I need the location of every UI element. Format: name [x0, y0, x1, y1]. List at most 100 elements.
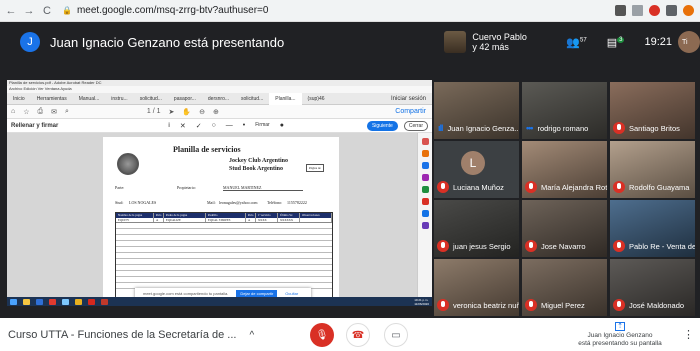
participant-tile[interactable]: Pablo Re - Venta de...	[610, 200, 695, 257]
present-screen-icon: ⇡	[615, 322, 625, 331]
tab-doc[interactable]: (sup)46	[302, 96, 331, 102]
acrobat-icon[interactable]	[88, 298, 95, 305]
mail-field[interactable]: leonugales@yahoo.com	[219, 200, 257, 205]
table-cell[interactable]: EQUAL STRIPES	[206, 218, 246, 222]
table-cell[interactable]: EQUITY	[116, 218, 154, 222]
star-icon[interactable]	[632, 5, 643, 16]
print-icon[interactable]: ⎙	[38, 108, 44, 116]
share-link[interactable]: Compartir	[395, 108, 426, 115]
puzzle-icon[interactable]	[666, 5, 677, 16]
propietario-field[interactable]: MANUEL MARTINEZ	[223, 185, 303, 191]
app-icon[interactable]	[36, 298, 43, 305]
presenter-avatar: J	[20, 32, 40, 52]
table-cell[interactable]: A	[246, 218, 256, 222]
cross-tool-icon[interactable]: ✕	[180, 122, 186, 130]
participant-summary: Cuervo Pablo y 42 más	[472, 32, 532, 52]
tab-inicio[interactable]: Inicio	[7, 96, 31, 102]
hide-banner-button[interactable]: Ocultar	[285, 291, 298, 296]
table-cell[interactable]: XXXXXX	[278, 218, 300, 222]
check-tool-icon[interactable]: ✓	[196, 122, 202, 130]
color-dot-icon[interactable]: ●	[280, 122, 284, 130]
meeting-details[interactable]: Curso UTTA - Funciones de la Secretaría …	[8, 329, 254, 341]
close-button[interactable]: Cerrar	[403, 120, 428, 131]
next-button[interactable]: Siguiente	[366, 120, 398, 131]
participant-tile[interactable]: José Maldonado	[610, 259, 695, 316]
explorer-icon[interactable]	[23, 298, 30, 305]
mail-icon[interactable]: ✉	[51, 108, 57, 116]
chat-icon: ▤	[606, 36, 618, 49]
participant-tile[interactable]: juan jesus Sergio	[434, 200, 519, 257]
self-avatar[interactable]: Ti	[678, 31, 700, 53]
tab-doc[interactable]: solicitud...	[235, 96, 269, 102]
tab-doc[interactable]: pasapor...	[168, 96, 202, 102]
cursor-icon[interactable]: ➤	[169, 108, 175, 116]
signin-link[interactable]: Iniciar sesión	[385, 96, 432, 102]
stud-field[interactable]: LOS NOGALES	[129, 200, 156, 205]
table-cell[interactable]: XXXX	[256, 218, 278, 222]
table-cell[interactable]: A	[154, 218, 164, 222]
table-cell[interactable]	[300, 218, 332, 222]
participant-tile[interactable]: Jose Navarro	[522, 200, 607, 257]
extension-icon[interactable]	[615, 5, 626, 16]
tool-icon[interactable]	[421, 222, 429, 229]
participant-tile[interactable]: L Luciana Muñoz	[434, 141, 519, 198]
fill-tools: Ꭵ ✕ ✓ ○ — • Firmar ●	[168, 122, 284, 130]
tool-icon[interactable]	[421, 186, 429, 193]
tab-doc[interactable]: solicitud...	[134, 96, 168, 102]
tool-icon[interactable]	[421, 150, 429, 157]
chrome-icon[interactable]	[75, 298, 82, 305]
chat-button[interactable]: ▤ 3	[607, 36, 625, 49]
start-icon[interactable]	[10, 298, 17, 305]
tab-herramientas[interactable]: Herramientas	[31, 96, 73, 102]
star-icon[interactable]: ☆	[23, 108, 29, 116]
more-options-button[interactable]: ⋮	[683, 328, 694, 341]
participant-tile[interactable]: veronica beatriz nuñ...	[434, 259, 519, 316]
sign-button[interactable]: Firmar	[255, 122, 269, 130]
tab-doc[interactable]: instru...	[105, 96, 133, 102]
hand-icon[interactable]: ✋	[182, 108, 191, 116]
zoom-in-icon[interactable]: ⊕	[213, 108, 219, 116]
participant-thumbnail[interactable]	[444, 31, 467, 53]
circle-tool-icon[interactable]: ○	[212, 122, 216, 130]
zoom-out-icon[interactable]: ⊖	[199, 108, 205, 116]
participant-tile[interactable]: Santiago Britos	[610, 82, 695, 139]
table-cell[interactable]: EQUALIZE	[164, 218, 206, 222]
app-icon[interactable]	[49, 298, 56, 305]
tool-icon[interactable]	[421, 174, 429, 181]
participant-tile[interactable]: ıll Juan Ignacio Genza...	[434, 82, 519, 139]
tool-icon[interactable]	[421, 138, 429, 145]
tab-doc[interactable]: dersnro...	[202, 96, 235, 102]
participant-label: juan jesus Sergio	[434, 239, 511, 253]
telefono-field[interactable]: 1155782222	[287, 200, 307, 205]
tool-icon[interactable]	[421, 210, 429, 217]
people-button[interactable]: 👥57	[566, 36, 586, 49]
address-bar[interactable]: 🔒 meet.google.com/msq-zrrg-btv?authuser=…	[62, 3, 562, 19]
stop-sharing-button[interactable]: Dejar de compartir	[236, 290, 278, 297]
app-icon[interactable]	[62, 298, 69, 305]
back-button[interactable]: ←	[4, 5, 18, 17]
tool-icon[interactable]	[421, 198, 429, 205]
participant-tile[interactable]: María Alejandra Rot...	[522, 141, 607, 198]
line-tool-icon[interactable]: —	[226, 122, 233, 130]
app-icon[interactable]	[101, 298, 108, 305]
participant-tile[interactable]: ••• rodrigo romano	[522, 82, 607, 139]
search-icon[interactable]: ⌕	[65, 108, 69, 116]
text-tool-icon[interactable]: Ꭵ	[168, 122, 169, 130]
home-icon[interactable]: ⌂	[11, 108, 15, 115]
participant-tile[interactable]: Rodolfo Guayama	[610, 141, 695, 198]
mic-toggle-button[interactable]: 🎙	[310, 323, 334, 347]
forward-button[interactable]: →	[22, 5, 36, 17]
presenting-info[interactable]: ⇡ Juan Ignacio Genzano está presentando …	[560, 322, 680, 348]
tab-planilla[interactable]: Planilla...	[269, 92, 302, 105]
tab-doc[interactable]: Manual...	[73, 96, 106, 102]
participant-label: Miguel Perez	[522, 298, 585, 312]
profile-avatar[interactable]	[683, 5, 694, 16]
opera-icon[interactable]	[649, 5, 660, 16]
participant-tile[interactable]: Miguel Perez	[522, 259, 607, 316]
reload-button[interactable]: C	[40, 5, 54, 17]
end-call-button[interactable]: ☎	[346, 323, 370, 347]
tool-icon[interactable]	[421, 162, 429, 169]
dot-tool-icon[interactable]: •	[243, 122, 245, 130]
participant-name: María Alejandra Rot...	[541, 182, 607, 192]
camera-toggle-button[interactable]: ▭	[384, 323, 408, 347]
